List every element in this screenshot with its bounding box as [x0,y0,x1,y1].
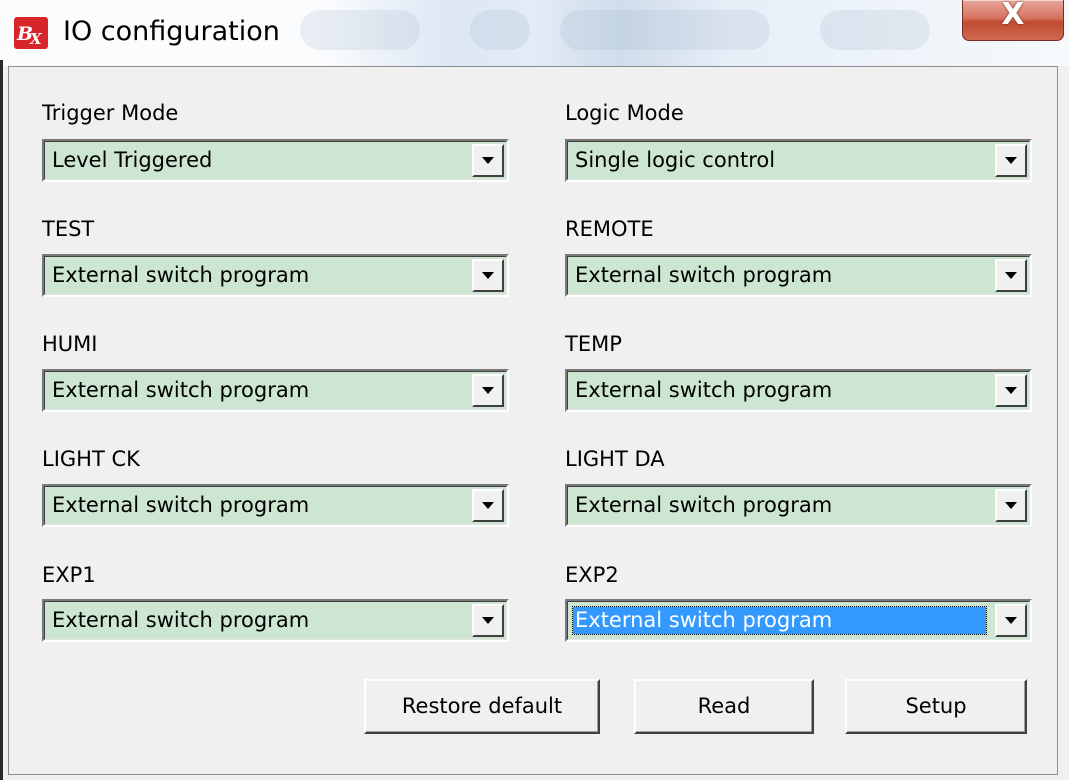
light-da-dropdown-button[interactable] [995,489,1027,522]
exp2-dropdown[interactable]: External switch program [565,599,1032,642]
temp-value: External switch program [575,378,833,402]
window-title: IO configuration [63,16,280,47]
trigger-mode-dropdown-button[interactable] [472,144,504,177]
logic-mode-value: Single logic control [575,148,776,172]
humi-value: External switch program [52,378,310,402]
remote-value: External switch program [575,263,833,287]
temp-dropdown-button[interactable] [995,374,1027,407]
exp2-label: EXP2 [565,563,619,587]
temp-dropdown[interactable]: External switch program [565,369,1032,412]
exp1-value: External switch program [52,608,310,632]
titlebar-glass-blur [470,10,530,50]
titlebar-glass-blur [820,10,930,50]
setup-button[interactable]: Setup [845,679,1027,734]
chevron-down-icon [1005,502,1017,509]
io-configuration-window: B X IO configuration X Trigger Mode Leve… [0,0,1069,780]
logic-mode-label: Logic Mode [565,101,684,125]
logic-mode-dropdown[interactable]: Single logic control [565,139,1032,182]
chevron-down-icon [1005,157,1017,164]
test-label: TEST [42,217,95,241]
light-ck-dropdown[interactable]: External switch program [42,484,509,527]
trigger-mode-label: Trigger Mode [42,101,179,125]
exp1-label: EXP1 [42,563,96,587]
test-dropdown-button[interactable] [472,259,504,292]
humi-dropdown-button[interactable] [472,374,504,407]
test-value: External switch program [52,263,310,287]
light-ck-value: External switch program [52,493,310,517]
chevron-down-icon [482,272,494,279]
chevron-down-icon [482,502,494,509]
exp1-dropdown[interactable]: External switch program [42,599,509,642]
test-dropdown[interactable]: External switch program [42,254,509,297]
app-logo-icon: B X [14,17,48,49]
light-da-dropdown[interactable]: External switch program [565,484,1032,527]
light-da-label: LIGHT DA [565,447,665,471]
light-ck-label: LIGHT CK [42,447,140,471]
remote-label: REMOTE [565,217,654,241]
read-button[interactable]: Read [634,679,814,734]
close-icon: X [1001,0,1025,32]
humi-dropdown[interactable]: External switch program [42,369,509,412]
chevron-down-icon [1005,387,1017,394]
trigger-mode-value: Level Triggered [52,148,213,172]
chevron-down-icon [1005,617,1017,624]
close-button[interactable]: X [962,0,1064,41]
light-da-value: External switch program [575,493,833,517]
chevron-down-icon [482,387,494,394]
svg-text:X: X [29,30,43,48]
humi-label: HUMI [42,332,98,356]
exp1-dropdown-button[interactable] [472,604,504,637]
chevron-down-icon [482,157,494,164]
trigger-mode-dropdown[interactable]: Level Triggered [42,139,509,182]
light-ck-dropdown-button[interactable] [472,489,504,522]
restore-default-button[interactable]: Restore default [364,679,600,734]
chevron-down-icon [482,617,494,624]
titlebar-glass-blur [560,10,770,50]
chevron-down-icon [1005,272,1017,279]
exp2-value: External switch program [572,606,987,635]
logic-mode-dropdown-button[interactable] [995,144,1027,177]
dialog-client-area: Trigger Mode Level Triggered Logic Mode … [8,66,1058,775]
title-bar[interactable]: B X IO configuration X [0,0,1069,66]
remote-dropdown[interactable]: External switch program [565,254,1032,297]
window-edge-shadow [0,60,3,780]
temp-label: TEMP [565,332,622,356]
exp2-dropdown-button[interactable] [995,604,1027,637]
titlebar-glass-blur [300,10,420,50]
remote-dropdown-button[interactable] [995,259,1027,292]
